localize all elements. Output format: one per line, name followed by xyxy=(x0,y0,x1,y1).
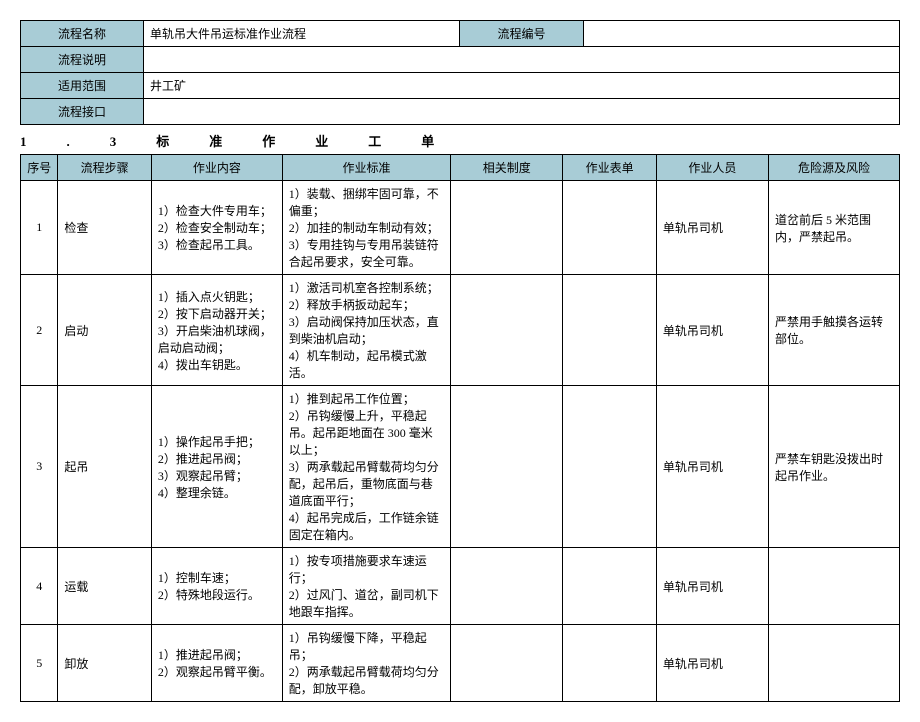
value-process-interface xyxy=(144,99,900,125)
cell-risk: 严禁用手触摸各运转部位。 xyxy=(769,275,900,386)
table-row: 4运载1）控制车速； 2）特殊地段运行。1）按专项措施要求车速运行； 2）过风门… xyxy=(21,548,900,625)
cell-sheet xyxy=(563,181,657,275)
work-unit-table: 序号 流程步骤 作业内容 作业标准 相关制度 作业表单 作业人员 危险源及风险 … xyxy=(20,154,900,702)
cell-system xyxy=(451,548,563,625)
cell-seq: 4 xyxy=(21,548,58,625)
label-process-interface: 流程接口 xyxy=(21,99,144,125)
value-process-name: 单轨吊大件吊运标准作业流程 xyxy=(144,21,460,47)
process-header-table: 流程名称 单轨吊大件吊运标准作业流程 流程编号 流程说明 适用范围 井工矿 流程… xyxy=(20,20,900,125)
label-process-code: 流程编号 xyxy=(460,21,583,47)
cell-standard: 1）装载、捆绑牢固可靠，不偏重； 2）加挂的制动车制动有效；3）专用挂钩与专用吊… xyxy=(282,181,450,275)
cell-sheet xyxy=(563,275,657,386)
cell-seq: 1 xyxy=(21,181,58,275)
col-seq: 序号 xyxy=(21,155,58,181)
value-process-desc xyxy=(144,47,900,73)
label-process-name: 流程名称 xyxy=(21,21,144,47)
cell-standard: 1）吊钩缓慢下降，平稳起吊； 2）两承载起吊臂载荷均匀分配，卸放平稳。 xyxy=(282,625,450,702)
cell-standard: 1）推到起吊工作位置； 2）吊钩缓慢上升，平稳起吊。起吊距地面在 300 毫米以… xyxy=(282,386,450,548)
cell-step: 运载 xyxy=(58,548,152,625)
cell-risk xyxy=(769,625,900,702)
section-title: 1.3标准作业工单 xyxy=(20,131,900,150)
col-sheet: 作业表单 xyxy=(563,155,657,181)
cell-sheet xyxy=(563,386,657,548)
cell-system xyxy=(451,275,563,386)
col-content: 作业内容 xyxy=(151,155,282,181)
cell-step: 检查 xyxy=(58,181,152,275)
cell-content: 1）检查大件专用车；2）检查安全制动车；3）检查起吊工具。 xyxy=(151,181,282,275)
cell-person: 单轨吊司机 xyxy=(656,386,768,548)
col-person: 作业人员 xyxy=(656,155,768,181)
cell-sheet xyxy=(563,625,657,702)
cell-step: 卸放 xyxy=(58,625,152,702)
cell-standard: 1）激活司机室各控制系统； 2）释放手柄扳动起车； 3）启动阀保持加压状态，直到… xyxy=(282,275,450,386)
col-step: 流程步骤 xyxy=(58,155,152,181)
cell-person: 单轨吊司机 xyxy=(656,548,768,625)
cell-risk: 严禁车钥匙没拨出时起吊作业。 xyxy=(769,386,900,548)
table-row: 5卸放1）推进起吊阀； 2）观察起吊臂平衡。1）吊钩缓慢下降，平稳起吊； 2）两… xyxy=(21,625,900,702)
value-process-scope: 井工矿 xyxy=(144,73,900,99)
cell-step: 启动 xyxy=(58,275,152,386)
cell-risk xyxy=(769,548,900,625)
label-process-scope: 适用范围 xyxy=(21,73,144,99)
cell-content: 1）操作起吊手把； 2）推进起吊阀； 3）观察起吊臂； 4）整理余链。 xyxy=(151,386,282,548)
cell-system xyxy=(451,181,563,275)
table-row: 3起吊1）操作起吊手把； 2）推进起吊阀； 3）观察起吊臂； 4）整理余链。1）… xyxy=(21,386,900,548)
cell-system xyxy=(451,625,563,702)
cell-standard: 1）按专项措施要求车速运行； 2）过风门、道岔，副司机下地跟车指挥。 xyxy=(282,548,450,625)
table-row: 2启动1）插入点火钥匙； 2）按下启动器开关； 3）开启柴油机球阀，启动启动阀；… xyxy=(21,275,900,386)
cell-content: 1）控制车速； 2）特殊地段运行。 xyxy=(151,548,282,625)
col-risk: 危险源及风险 xyxy=(769,155,900,181)
col-system: 相关制度 xyxy=(451,155,563,181)
cell-system xyxy=(451,386,563,548)
cell-person: 单轨吊司机 xyxy=(656,275,768,386)
cell-content: 1）插入点火钥匙； 2）按下启动器开关； 3）开启柴油机球阀，启动启动阀； 4）… xyxy=(151,275,282,386)
col-standard: 作业标准 xyxy=(282,155,450,181)
value-process-code xyxy=(583,21,899,47)
table-row: 1检查1）检查大件专用车；2）检查安全制动车；3）检查起吊工具。1）装载、捆绑牢… xyxy=(21,181,900,275)
cell-sheet xyxy=(563,548,657,625)
label-process-desc: 流程说明 xyxy=(21,47,144,73)
cell-seq: 3 xyxy=(21,386,58,548)
cell-person: 单轨吊司机 xyxy=(656,625,768,702)
cell-risk: 道岔前后 5 米范围内，严禁起吊。 xyxy=(769,181,900,275)
cell-seq: 2 xyxy=(21,275,58,386)
cell-person: 单轨吊司机 xyxy=(656,181,768,275)
cell-content: 1）推进起吊阀； 2）观察起吊臂平衡。 xyxy=(151,625,282,702)
cell-seq: 5 xyxy=(21,625,58,702)
cell-step: 起吊 xyxy=(58,386,152,548)
